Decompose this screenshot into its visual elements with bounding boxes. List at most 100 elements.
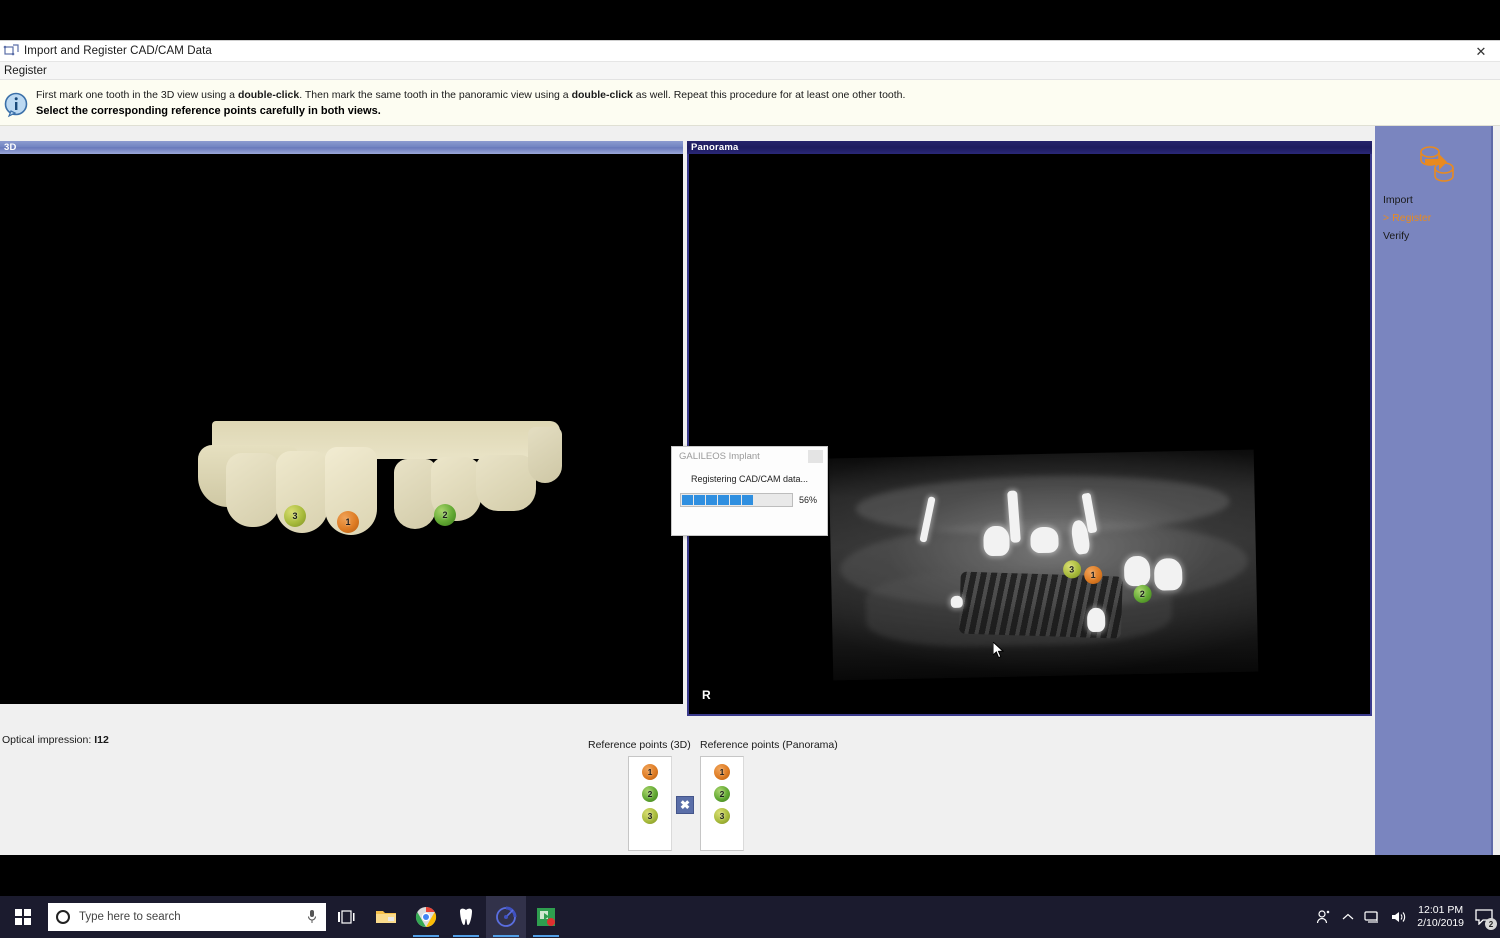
viewer-area: 3D 3 1 2 Panorama 3 1 2 R [0, 141, 1372, 731]
optical-impression-row: Optical impression: I12 [2, 734, 109, 746]
instruction-part-3: as well. Repeat this procedure for at le… [632, 89, 906, 101]
orientation-label-r: R [702, 688, 711, 702]
list-item[interactable]: 3 [642, 808, 658, 824]
marker-label: 1 [1090, 570, 1096, 581]
windows-start-icon[interactable] [0, 896, 46, 938]
system-tray: 12:01 PM 2/10/2019 2 [1316, 896, 1500, 938]
reference-points-3d-group: Reference points (3D) 1 2 3 [588, 739, 691, 851]
footer-area: Optical impression: I12 Reference points… [0, 731, 1372, 856]
clock-time: 12:01 PM [1418, 904, 1464, 916]
menu-item-register[interactable]: Register [0, 65, 53, 77]
list-item[interactable]: 1 [642, 764, 658, 780]
wizard-step-verify-label: Verify [1383, 230, 1410, 242]
marker-label: 2 [442, 510, 448, 520]
progress-dialog-title: GALILEOS Implant [679, 451, 760, 462]
reference-points-3d-label: Reference points (3D) [588, 739, 691, 751]
action-center-icon[interactable]: 2 [1474, 907, 1497, 930]
menu-bar: Register [0, 62, 1500, 80]
wizard-step-register-label: Register [1392, 212, 1432, 224]
list-item[interactable]: 3 [714, 808, 730, 824]
galileos-implant-icon[interactable] [486, 896, 526, 938]
reference-marker-panorama-3[interactable]: 3 [1062, 559, 1081, 579]
volume-icon[interactable] [1391, 910, 1407, 924]
progress-bar [680, 493, 793, 507]
network-icon[interactable] [1364, 910, 1381, 924]
search-placeholder: Type here to search [79, 911, 181, 923]
microphone-icon[interactable] [306, 909, 318, 925]
marker-label: 3 [1069, 563, 1075, 575]
reference-points-panorama-label: Reference points (Panorama) [700, 739, 838, 751]
list-item[interactable]: 1 [714, 764, 730, 780]
instruction-emphasis-2: double-click [571, 89, 633, 101]
progress-dialog-titlebar: GALILEOS Implant [672, 447, 827, 466]
show-hidden-icons-chevron[interactable] [1342, 913, 1354, 921]
people-icon[interactable] [1316, 909, 1332, 925]
wizard-step-register[interactable]: > Register [1383, 212, 1431, 224]
window-title: Import and Register CAD/CAM Data [24, 45, 212, 57]
delete-points-glyph: ✖ [679, 798, 691, 812]
import-register-icon [1413, 141, 1459, 187]
reference-points-panorama-list[interactable]: 1 2 3 [700, 756, 744, 851]
close-icon[interactable]: ✕ [1462, 41, 1500, 62]
marker-label: 1 [719, 767, 725, 777]
reference-points-panorama-group: Reference points (Panorama) 1 2 3 [700, 739, 838, 851]
clock-date: 2/10/2019 [1417, 917, 1464, 929]
file-explorer-icon[interactable] [366, 896, 406, 938]
mouse-cursor [992, 640, 1005, 660]
progress-dialog: GALILEOS Implant Registering CAD/CAM dat… [671, 446, 828, 536]
reference-marker-3d-1[interactable]: 1 [337, 511, 359, 533]
reference-marker-3d-2[interactable]: 2 [434, 504, 456, 526]
reference-points-3d-list[interactable]: 1 2 3 [628, 756, 672, 851]
instruction-text-block: First mark one tooth in the 3D view usin… [36, 86, 905, 119]
marker-label: 3 [719, 811, 725, 821]
progress-message: Registering CAD/CAM data... [690, 474, 809, 484]
windows-taskbar: Type here to search 12:01 PM 2/10/2019 2 [0, 896, 1500, 938]
instruction-banner: First mark one tooth in the 3D view usin… [0, 80, 1500, 126]
instruction-part-1: First mark one tooth in the 3D view usin… [36, 89, 238, 101]
optical-impression-label: Optical impression: [2, 734, 92, 746]
task-view-icon[interactable] [326, 896, 366, 938]
marker-label: 2 [719, 789, 725, 799]
marker-label: 3 [292, 511, 298, 521]
pane-3d: 3D 3 1 2 [0, 141, 683, 731]
desktop-top-strip [0, 0, 1500, 40]
list-item[interactable]: 2 [642, 786, 658, 802]
progress-row: 56% [672, 493, 827, 507]
taskbar-clock[interactable]: 12:01 PM 2/10/2019 [1417, 904, 1464, 930]
wizard-step-import[interactable]: Import [1383, 194, 1413, 206]
window-titlebar: Import and Register CAD/CAM Data ✕ [0, 41, 1500, 62]
marker-label: 3 [647, 811, 653, 821]
wizard-step-verify[interactable]: Verify [1383, 230, 1409, 242]
instruction-part-2: . Then mark the same tooth in the panora… [299, 89, 572, 101]
chrome-icon[interactable] [406, 896, 446, 938]
info-icon [4, 92, 30, 118]
marker-label: 1 [647, 767, 653, 777]
delete-points-icon[interactable]: ✖ [676, 796, 694, 814]
pane-panorama-header[interactable]: Panorama [687, 141, 1372, 154]
pane-panorama: Panorama 3 1 2 R [687, 141, 1372, 731]
panoramic-xray-image: 3 1 2 [828, 449, 1259, 681]
notification-count-badge: 2 [1485, 918, 1497, 930]
viewport-panorama[interactable]: 3 1 2 R [687, 154, 1372, 716]
wizard-active-arrow-icon: > [1383, 212, 1390, 224]
wizard-step-import-label: Import [1383, 194, 1413, 206]
progress-percent-label: 56% [799, 495, 818, 505]
reference-marker-3d-3[interactable]: 3 [284, 505, 306, 527]
wizard-rail: Import > Register Verify [1375, 126, 1493, 868]
instruction-emphasis-1: double-click [237, 89, 300, 101]
media-app-icon[interactable] [526, 896, 566, 938]
application-window: Import and Register CAD/CAM Data ✕ Regis… [0, 40, 1500, 896]
dental-app-icon[interactable] [446, 896, 486, 938]
list-item[interactable]: 2 [714, 786, 730, 802]
search-input[interactable]: Type here to search [48, 903, 326, 931]
pane-3d-header[interactable]: 3D [0, 141, 683, 154]
dental-model-3d: 3 1 2 [198, 417, 563, 542]
marker-label: 1 [345, 517, 351, 527]
optical-impression-value: I12 [94, 734, 109, 746]
cad-window-icon [3, 43, 21, 59]
instruction-line-2: Select the corresponding reference point… [36, 105, 381, 117]
marker-label: 2 [647, 789, 653, 799]
progress-dialog-close-icon[interactable] [808, 450, 823, 463]
marker-label: 2 [1139, 589, 1145, 600]
viewport-3d[interactable]: 3 1 2 [0, 154, 683, 704]
